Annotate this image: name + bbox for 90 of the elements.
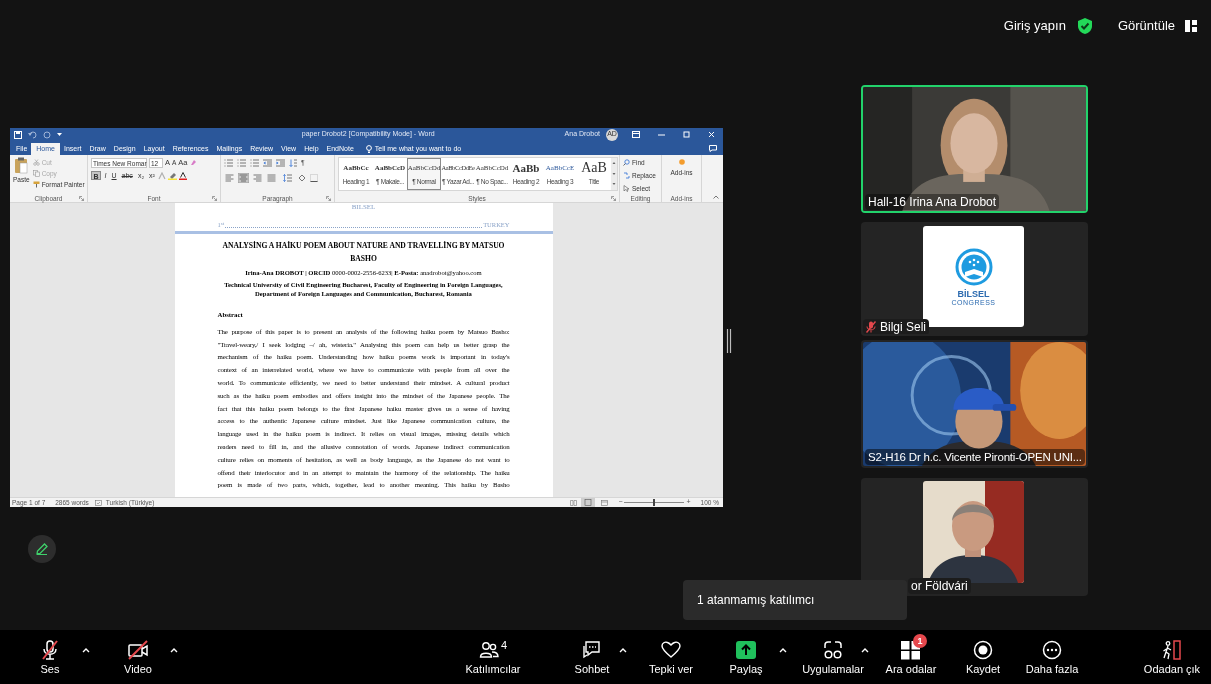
caret-icon[interactable] bbox=[82, 647, 90, 653]
bullets-icon[interactable] bbox=[224, 159, 233, 168]
lightbulb-icon bbox=[365, 145, 372, 153]
audio-button[interactable]: Ses bbox=[22, 633, 78, 681]
annotate-button[interactable] bbox=[28, 535, 56, 563]
more-button[interactable]: Daha fazla bbox=[1022, 633, 1082, 681]
microphone-icon[interactable] bbox=[40, 639, 60, 660]
record-icon bbox=[973, 639, 993, 660]
participant-name: S2-H16 Dr h.c. Vicente Pironti-OPEN UNI... bbox=[865, 449, 1085, 465]
replace-icon bbox=[623, 172, 630, 180]
leave-icon bbox=[1162, 639, 1182, 660]
ribbon-options-icon[interactable] bbox=[632, 131, 640, 138]
text-effects-icon[interactable] bbox=[158, 171, 167, 180]
shield-check-icon[interactable] bbox=[1075, 16, 1094, 35]
participants-button[interactable]: 4 Katılımcılar bbox=[455, 633, 531, 681]
clear-formatting-icon[interactable] bbox=[189, 159, 197, 167]
book-globe-icon bbox=[953, 246, 994, 287]
decrease-indent-icon[interactable] bbox=[263, 159, 272, 168]
increase-indent-icon[interactable] bbox=[276, 159, 285, 168]
chat-button[interactable]: Sohbet bbox=[567, 633, 617, 681]
apps-button[interactable]: Uygulamalar bbox=[801, 633, 865, 681]
undo-icon[interactable] bbox=[28, 130, 37, 139]
share-icon bbox=[736, 639, 756, 660]
grid-icon[interactable] bbox=[1185, 19, 1197, 32]
add-ins-icon bbox=[678, 159, 685, 165]
share-button[interactable]: Paylaş bbox=[721, 633, 771, 681]
sign-in-link[interactable]: Giriş yapın bbox=[1003, 16, 1066, 36]
save-icon[interactable] bbox=[14, 130, 22, 139]
chat-icon bbox=[582, 639, 602, 660]
collapse-ribbon-icon[interactable] bbox=[713, 195, 719, 199]
dialog-launcher-icon[interactable] bbox=[326, 195, 331, 201]
video-button[interactable]: Video bbox=[110, 633, 166, 681]
participant-name: Hall-16 Irina Ana Drobot bbox=[865, 194, 1000, 210]
dropdown-icon[interactable] bbox=[57, 132, 62, 137]
sort-icon[interactable] bbox=[289, 159, 297, 168]
logo-text: BİLSEL bbox=[957, 288, 990, 299]
numbering-icon[interactable] bbox=[237, 159, 246, 168]
proofing-icon[interactable] bbox=[94, 499, 102, 506]
participant-name: or Földvári bbox=[908, 578, 971, 594]
tooltip: 1 atanmamış katılımcı bbox=[683, 580, 907, 620]
resize-handle[interactable] bbox=[726, 329, 732, 353]
align-right-icon[interactable] bbox=[252, 172, 263, 183]
scissors-icon bbox=[32, 159, 40, 167]
dialog-launcher-icon[interactable] bbox=[212, 195, 217, 201]
view-button[interactable]: Görüntüle bbox=[1117, 16, 1175, 36]
pencil-icon bbox=[35, 542, 49, 556]
restore-icon[interactable] bbox=[683, 131, 690, 138]
caret-icon[interactable] bbox=[170, 647, 178, 653]
web-layout-icon[interactable] bbox=[601, 499, 609, 506]
gallery-scroll-icon[interactable] bbox=[611, 158, 617, 190]
leave-button[interactable]: Odadan çık bbox=[1141, 633, 1203, 681]
read-mode-icon[interactable] bbox=[570, 499, 578, 506]
zoom-slider-thumb[interactable] bbox=[653, 499, 656, 506]
caret-icon[interactable] bbox=[619, 647, 627, 653]
camera-icon[interactable] bbox=[127, 639, 149, 660]
highlighter-icon[interactable] bbox=[168, 171, 178, 180]
justify-icon[interactable] bbox=[266, 172, 277, 183]
reactions-button[interactable]: Tepki ver bbox=[643, 633, 699, 681]
style-preview: AaB bbox=[581, 161, 607, 176]
paintbrush-icon bbox=[32, 180, 40, 188]
close-icon[interactable] bbox=[708, 131, 715, 138]
caret-icon[interactable] bbox=[779, 647, 787, 653]
caret-icon[interactable] bbox=[861, 647, 869, 653]
style-preview: AaBb bbox=[512, 161, 540, 176]
shading-icon[interactable] bbox=[298, 173, 307, 182]
breakout-rooms-button[interactable]: 1 Ara odalar bbox=[881, 633, 941, 681]
dialog-launcher-icon[interactable] bbox=[611, 195, 616, 201]
more-icon bbox=[1042, 639, 1062, 660]
record-button[interactable]: Kaydet bbox=[958, 633, 1008, 681]
heart-icon bbox=[661, 639, 681, 660]
apps-icon bbox=[823, 639, 843, 660]
print-layout-icon[interactable] bbox=[581, 498, 596, 507]
dialog-launcher-icon[interactable] bbox=[79, 195, 84, 201]
copy-icon bbox=[32, 170, 40, 178]
line-spacing-icon[interactable] bbox=[283, 173, 292, 182]
align-left-icon[interactable] bbox=[224, 172, 235, 183]
participant-name: Bilgi Seli bbox=[880, 319, 927, 334]
participant-count: 4 bbox=[500, 639, 508, 651]
breakout-rooms-icon bbox=[900, 639, 922, 660]
minimize-icon[interactable] bbox=[658, 131, 665, 138]
participants-icon bbox=[478, 639, 499, 660]
align-center-icon[interactable] bbox=[238, 172, 249, 183]
cursor-icon bbox=[623, 184, 630, 192]
multilevel-list-icon[interactable] bbox=[250, 159, 259, 168]
borders-icon[interactable] bbox=[310, 173, 318, 182]
comments-icon[interactable] bbox=[709, 145, 717, 152]
notification-badge: 1 bbox=[913, 633, 927, 648]
muted-mic-icon bbox=[866, 321, 876, 333]
search-icon bbox=[623, 159, 630, 167]
font-color-icon[interactable] bbox=[179, 171, 188, 180]
